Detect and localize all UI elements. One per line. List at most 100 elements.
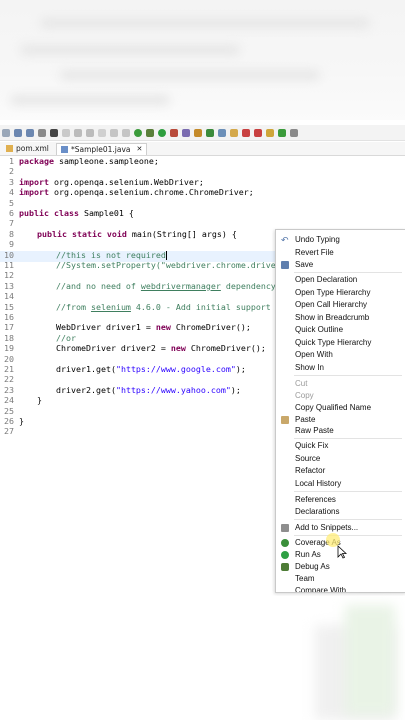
print-icon[interactable] <box>38 128 46 137</box>
menu-item-open-type-hierarchy[interactable]: Open Type Hierarchy <box>276 287 405 299</box>
run-icon <box>281 550 289 559</box>
menu-item-add-to-snippets[interactable]: Add to Snippets... <box>276 522 405 534</box>
menu-item-quick-outline[interactable]: Quick Outline <box>276 324 405 336</box>
next-annotation-icon[interactable] <box>242 128 250 137</box>
coverage-icon[interactable] <box>134 128 142 137</box>
skip-breakpoints-icon[interactable] <box>62 128 70 137</box>
new-java-project-icon[interactable] <box>182 128 190 137</box>
line-number: 15 <box>4 301 14 312</box>
menu-item-undo-typing[interactable]: ↶ Undo Typing <box>276 234 405 246</box>
menu-item-save[interactable]: Save <box>276 259 405 271</box>
menu-separator <box>294 438 402 439</box>
line-number: 5 <box>9 197 14 208</box>
open-type-icon[interactable] <box>218 128 226 137</box>
line-number: 1 <box>9 156 14 166</box>
tab-label: *Sample01.java <box>71 145 131 154</box>
menu-item-open-call-hierarchy[interactable]: Open Call Hierarchy <box>276 299 405 311</box>
undo-icon: ↶ <box>281 235 289 245</box>
menu-item-show-in[interactable]: Show In <box>276 362 405 374</box>
menu-item-quick-fix[interactable]: Quick Fix <box>276 440 405 452</box>
line-number: 3 <box>9 176 14 187</box>
menu-separator <box>294 375 402 376</box>
resume-icon[interactable] <box>74 128 82 137</box>
code-line: driver2.get("https://www.yahoo.com"); <box>56 384 241 395</box>
code-line: //this is not required <box>56 249 167 260</box>
xml-file-icon <box>6 145 13 152</box>
code-line: //from selenium 4.6.0 - Add initial supp… <box>56 301 291 312</box>
line-number: 11 <box>4 260 14 270</box>
menu-item-open-declaration[interactable]: Open Declaration <box>276 274 405 286</box>
code-line: import org.openqa.selenium.WebDriver; <box>19 176 204 187</box>
blurred-shape <box>345 605 395 715</box>
menu-item-declarations[interactable]: Declarations <box>276 506 405 518</box>
line-number: 16 <box>4 312 14 322</box>
debug-icon[interactable] <box>146 128 154 137</box>
code-line: //or <box>56 332 76 343</box>
line-number: 9 <box>9 239 14 250</box>
text-cursor <box>165 250 167 260</box>
tab-sample01-java[interactable]: *Sample01.java ✕ <box>56 143 148 155</box>
line-number: 20 <box>4 353 14 364</box>
java-file-icon <box>61 146 68 153</box>
external-tools-icon[interactable] <box>170 128 178 137</box>
terminal-icon[interactable] <box>50 128 58 137</box>
line-number: 10 <box>4 249 14 260</box>
paste-icon <box>281 415 289 424</box>
menu-item-copy[interactable]: Copy <box>276 390 405 402</box>
menu-item-local-history[interactable]: Local History <box>276 478 405 490</box>
menu-separator <box>294 491 402 492</box>
snippet-icon <box>281 523 289 532</box>
menu-item-revert-file[interactable]: Revert File <box>276 247 405 259</box>
menu-item-cut[interactable]: Cut <box>276 378 405 390</box>
line-number: 19 <box>4 343 14 354</box>
menu-separator <box>294 519 402 520</box>
menu-item-copy-qualified-name[interactable]: Copy Qualified Name <box>276 402 405 414</box>
menu-item-debug-as[interactable]: Debug As <box>276 561 405 573</box>
suspend-icon[interactable] <box>86 128 94 137</box>
menu-item-references[interactable]: References <box>276 494 405 506</box>
step-over-icon[interactable] <box>122 128 130 137</box>
line-number: 26 <box>4 416 14 426</box>
code-line: import org.openqa.selenium.chrome.Chrome… <box>19 187 254 198</box>
menu-item-compare-with[interactable]: Compare With <box>276 585 405 593</box>
code-line: } <box>19 416 24 426</box>
menu-item-raw-paste[interactable]: Raw Paste <box>276 425 405 437</box>
close-icon[interactable]: ✕ <box>137 144 143 155</box>
line-number: 13 <box>4 280 14 291</box>
terminate-icon[interactable] <box>98 128 106 137</box>
code-line: driver1.get("https://www.google.com"); <box>56 364 246 374</box>
prev-annotation-icon[interactable] <box>254 128 262 137</box>
save-icon[interactable] <box>14 128 22 137</box>
line-number: 18 <box>4 332 14 343</box>
step-into-icon[interactable] <box>110 128 118 137</box>
forward-icon[interactable] <box>278 128 286 137</box>
menu-item-quick-type-hierarchy[interactable]: Quick Type Hierarchy <box>276 337 405 349</box>
code-line: WebDriver driver1 = new ChromeDriver(); <box>56 322 251 333</box>
line-number: 27 <box>4 426 14 437</box>
line-number: 4 <box>9 187 14 198</box>
menu-item-refactor[interactable]: Refactor <box>276 465 405 477</box>
new-class-icon[interactable] <box>206 128 214 137</box>
line-number: 25 <box>4 405 14 416</box>
menu-item-team[interactable]: Team <box>276 573 405 585</box>
menu-item-open-with[interactable]: Open With <box>276 349 405 361</box>
menu-item-paste[interactable]: Paste <box>276 414 405 426</box>
line-number: 14 <box>4 291 14 302</box>
back-icon[interactable] <box>266 128 274 137</box>
search-icon[interactable] <box>230 128 238 137</box>
code-line: //and no need of webdrivermanager depend… <box>56 280 276 291</box>
tab-pom-xml[interactable]: pom.xml <box>2 143 53 154</box>
new-icon[interactable] <box>2 128 10 137</box>
new-package-icon[interactable] <box>194 128 202 137</box>
menu-item-show-in-breadcrumb[interactable]: Show in Breadcrumb <box>276 312 405 324</box>
menu-item-source[interactable]: Source <box>276 453 405 465</box>
mouse-pointer-icon <box>337 545 347 559</box>
save-all-icon[interactable] <box>26 128 34 137</box>
debug-icon <box>281 562 289 571</box>
line-number: 7 <box>9 218 14 229</box>
line-number: 17 <box>4 322 14 333</box>
blurred-header-area <box>0 0 405 120</box>
pin-icon[interactable] <box>290 128 298 137</box>
run-icon[interactable] <box>158 128 166 137</box>
tab-label: pom.xml <box>16 144 49 153</box>
